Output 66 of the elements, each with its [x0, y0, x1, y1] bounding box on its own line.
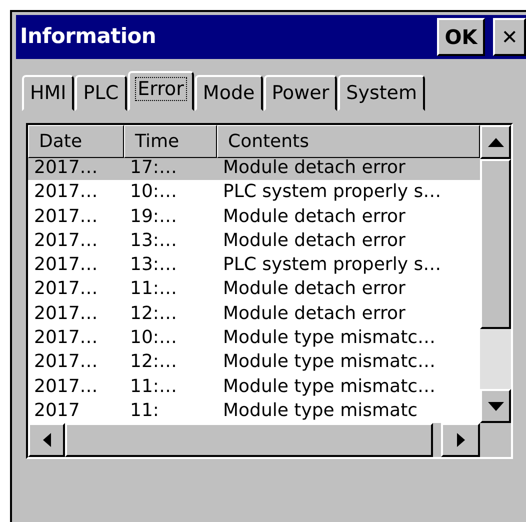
table-cell-text: PLC system properly s…: [222, 180, 442, 204]
table-cell-text: Module detach error: [222, 277, 406, 302]
down-arrow-icon: [488, 402, 504, 410]
tab[interactable]: PLC: [75, 75, 127, 111]
table-cell-text: 2017…: [33, 204, 99, 229]
table-cell-text: 19:…: [129, 204, 178, 229]
table-cell-text: 10:…: [129, 180, 178, 204]
table-cell-text: Module detach error: [222, 156, 406, 180]
table-cell-text: Module type mismatc…: [222, 350, 437, 374]
table-cell-text: 2017…: [33, 253, 99, 278]
table-cell-text: 2017…: [33, 277, 99, 302]
table-row[interactable]: 2017… 11:… Module detach error: [28, 277, 480, 302]
table-row[interactable]: 2017… 17:… Module detach error: [28, 156, 480, 180]
table-cell-text: Module type mismatc: [222, 398, 419, 423]
table-cell-text: Module detach error: [222, 204, 406, 229]
table-cell-text: 12:…: [129, 302, 178, 326]
tab[interactable]: System: [338, 75, 426, 111]
column-header[interactable]: Contents: [217, 125, 480, 158]
table-cell-text: 2017…: [33, 302, 99, 326]
right-arrow-icon: [456, 433, 464, 447]
table-cell-text: 13:…: [129, 253, 178, 278]
tab[interactable]: Error: [128, 71, 194, 111]
table-cell-text: 2017…: [33, 156, 99, 180]
table-row[interactable]: 2017… 10:… Module type mismatc…: [28, 326, 480, 350]
table-cell-text: 11:…: [129, 277, 178, 302]
scrollbar-thumb[interactable]: [480, 159, 511, 329]
scroll-left-button[interactable]: [28, 423, 65, 457]
table-cell-text: Module type mismatc…: [222, 374, 437, 399]
table-cell-text: 2017…: [33, 228, 99, 253]
table-cell-text: 12:…: [129, 350, 178, 374]
table-cell-text: Module type mismatc…: [222, 326, 437, 350]
table-cell-text: 2017…: [33, 350, 99, 374]
table-cell-text: Module detach error: [222, 302, 406, 326]
table-cell-text: 2017: [33, 398, 81, 423]
table-row[interactable]: 2017… 10:… PLC system properly s…: [28, 180, 480, 205]
left-arrow-icon: [42, 433, 50, 447]
tab[interactable]: Mode: [194, 75, 263, 111]
up-arrow-icon: [488, 138, 504, 146]
scroll-up-button[interactable]: [480, 125, 511, 159]
table-row[interactable]: 2017… 11:… Module type mismatc…: [28, 374, 480, 399]
table-row[interactable]: 2017… 13:… PLC system properly s…: [28, 253, 480, 278]
scrollbar-thumb[interactable]: [65, 423, 433, 457]
tab[interactable]: HMI: [22, 75, 74, 111]
column-header[interactable]: Date: [28, 125, 124, 158]
scroll-right-button[interactable]: [441, 423, 480, 457]
ok-button[interactable]: OK: [436, 18, 486, 56]
table-cell-text: 11:: [129, 398, 160, 423]
table-row[interactable]: 2017… 12:… Module detach error: [28, 302, 480, 326]
column-header[interactable]: Time: [124, 125, 217, 158]
table-cell-text: 2017…: [33, 180, 99, 204]
table-row[interactable]: 2017… 13:… Module detach error: [28, 228, 480, 254]
table-cell-text: 2017…: [33, 326, 99, 350]
window-title: Information: [20, 23, 158, 50]
table-cell-text: 17:…: [129, 156, 178, 180]
scroll-down-button[interactable]: [480, 389, 511, 423]
table-cell-text: Module detach error: [222, 228, 406, 253]
table-cell-text: 11:…: [129, 374, 178, 399]
table-row[interactable]: 2017… 19:… Module detach error: [28, 204, 480, 229]
close-button[interactable]: ✕: [493, 18, 526, 56]
tab[interactable]: Power: [264, 75, 338, 111]
table-cell-text: PLC system properly s…: [222, 253, 442, 278]
table-cell-text: 13:…: [129, 228, 178, 253]
table-cell-text: 2017…: [33, 374, 99, 399]
table-cell-text: 10:…: [129, 326, 178, 350]
table-row[interactable]: 2017… 12:… Module type mismatc…: [28, 350, 480, 375]
table-row[interactable]: 2017 11: Module type mismatc: [28, 398, 480, 423]
